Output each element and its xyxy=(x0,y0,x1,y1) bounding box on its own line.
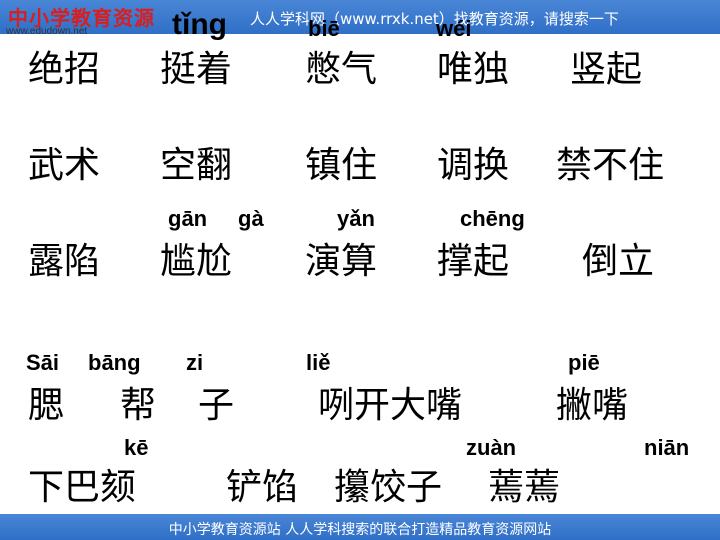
word-xia-ba-ke: 下巴颏 xyxy=(28,467,137,508)
word-cheng-qi: 撑起 xyxy=(437,241,510,282)
word-kong-fan: 空翻 xyxy=(160,145,233,186)
word-yan-suan: 演算 xyxy=(305,241,378,282)
word-bie-qi: 憋气 xyxy=(305,49,378,90)
pinyin-ga: gà xyxy=(238,206,264,231)
word-bang: 帮 xyxy=(120,385,157,426)
pinyin-lie: liě xyxy=(306,350,331,375)
word-zhen-zhu: 镇住 xyxy=(305,145,378,186)
pinyin-ke: kē xyxy=(124,435,149,460)
pinyin-pie: piē xyxy=(568,350,600,375)
pinyin-bie: biē xyxy=(308,16,340,41)
pinyin-cheng: chēng xyxy=(460,206,525,231)
word-jue-zhao: 绝招 xyxy=(28,49,101,90)
word-chan-xian: 铲馅 xyxy=(226,467,299,508)
pinyin-zuan: zuàn xyxy=(466,435,517,460)
word-nian-nian: 蔫蔫 xyxy=(488,467,561,508)
word-jin-bu-zhu: 禁不住 xyxy=(556,145,665,186)
word-diao-huan: 调换 xyxy=(437,145,510,186)
word-zuan-jiao-zi: 攥饺子 xyxy=(334,467,443,508)
word-lu-xian: 露陷 xyxy=(28,241,101,282)
word-lie-kai-da-zui: 咧开大嘴 xyxy=(318,385,463,426)
footer-text: 中小学教育资源站 人人学科搜索的联合打造精品教育资源网站 xyxy=(168,522,552,538)
pinyin-ting: tǐng xyxy=(172,8,227,41)
word-wei-du: 唯独 xyxy=(437,49,510,90)
pinyin-bang: bāng xyxy=(88,350,141,375)
word-zi: 子 xyxy=(198,385,235,426)
pinyin-wei: wéi xyxy=(436,16,472,41)
word-wu-shu: 武术 xyxy=(28,145,101,186)
word-dao-li: 倒立 xyxy=(582,241,655,282)
pinyin-zi: zi xyxy=(186,350,204,375)
pinyin-yan: yǎn xyxy=(337,206,375,231)
footer-banner: 中小学教育资源站 人人学科搜索的联合打造精品教育资源网站 xyxy=(0,514,720,540)
pinyin-nian: niān xyxy=(644,435,690,460)
word-gan-ga: 尴尬 xyxy=(160,241,233,282)
word-shu-qi: 竖起 xyxy=(570,49,643,90)
site-logo-url[interactable]: www.edudown.net xyxy=(6,26,87,37)
pinyin-gan: gān xyxy=(168,206,208,231)
banner-text: 人人学科网（www.rrxk.net）找教育资源，请搜索一下 xyxy=(250,10,619,28)
word-ting-zhe: 挺着 xyxy=(160,49,233,90)
top-banner: 中小学教育资源 www.edudown.net 人人学科网（www.rrxk.n… xyxy=(0,0,720,37)
word-sai: 腮 xyxy=(28,385,65,426)
word-pie-zui: 撇嘴 xyxy=(556,385,629,426)
pinyin-sai: Sāi xyxy=(26,350,60,375)
